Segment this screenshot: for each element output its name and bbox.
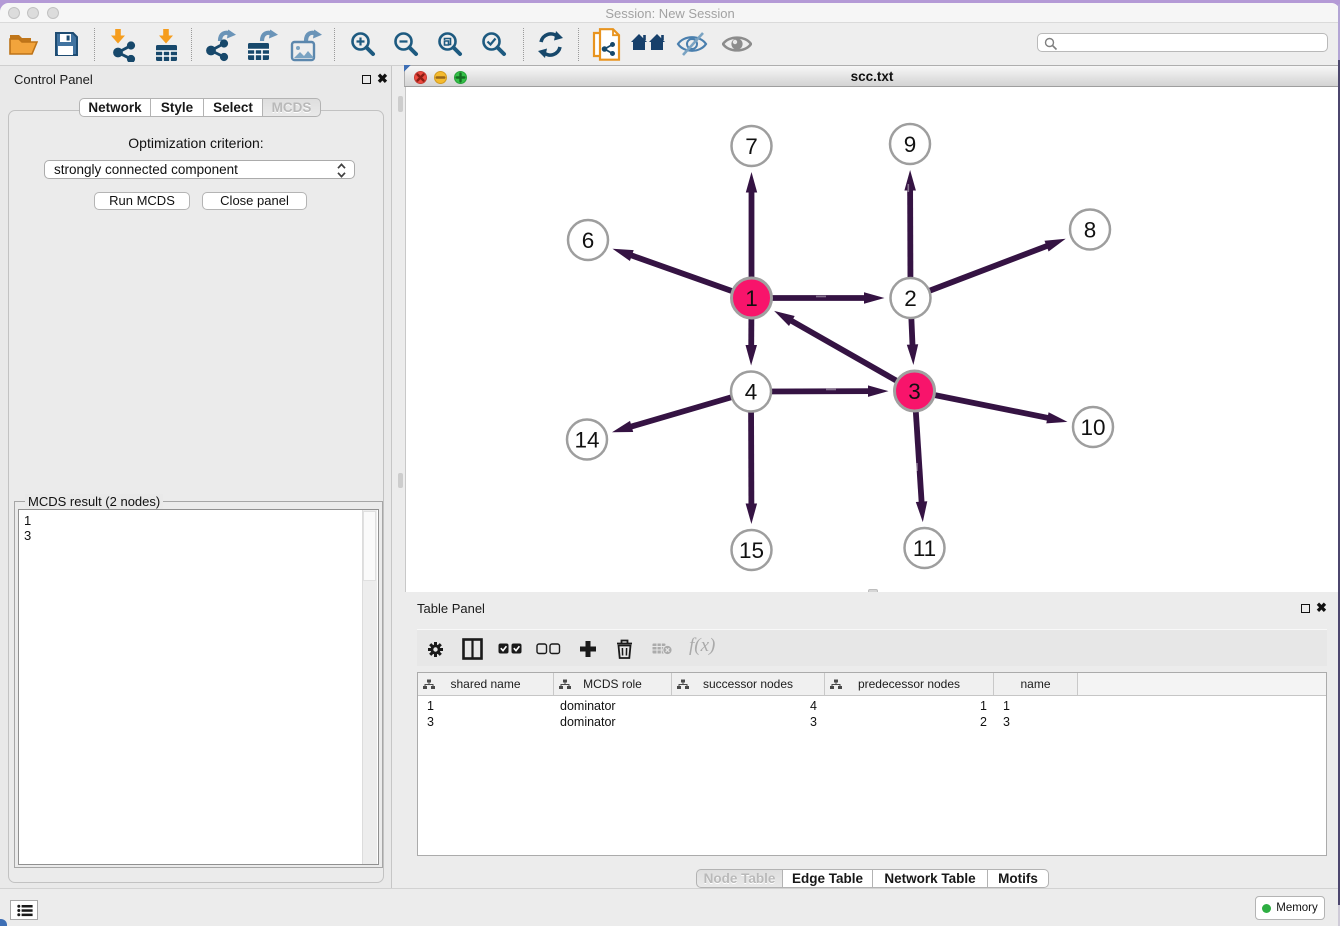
svg-text:11: 11 xyxy=(913,536,936,561)
svg-text:8: 8 xyxy=(1084,218,1097,243)
svg-text:6: 6 xyxy=(582,228,595,253)
svg-text:3: 3 xyxy=(908,379,921,404)
svg-text:14: 14 xyxy=(574,428,599,453)
svg-text:2: 2 xyxy=(904,286,917,311)
svg-text:15: 15 xyxy=(739,538,764,563)
svg-text:9: 9 xyxy=(904,132,917,157)
svg-text:1: 1 xyxy=(745,286,758,311)
svg-text:7: 7 xyxy=(745,134,758,159)
svg-text:10: 10 xyxy=(1080,415,1105,440)
svg-text:4: 4 xyxy=(745,380,758,405)
